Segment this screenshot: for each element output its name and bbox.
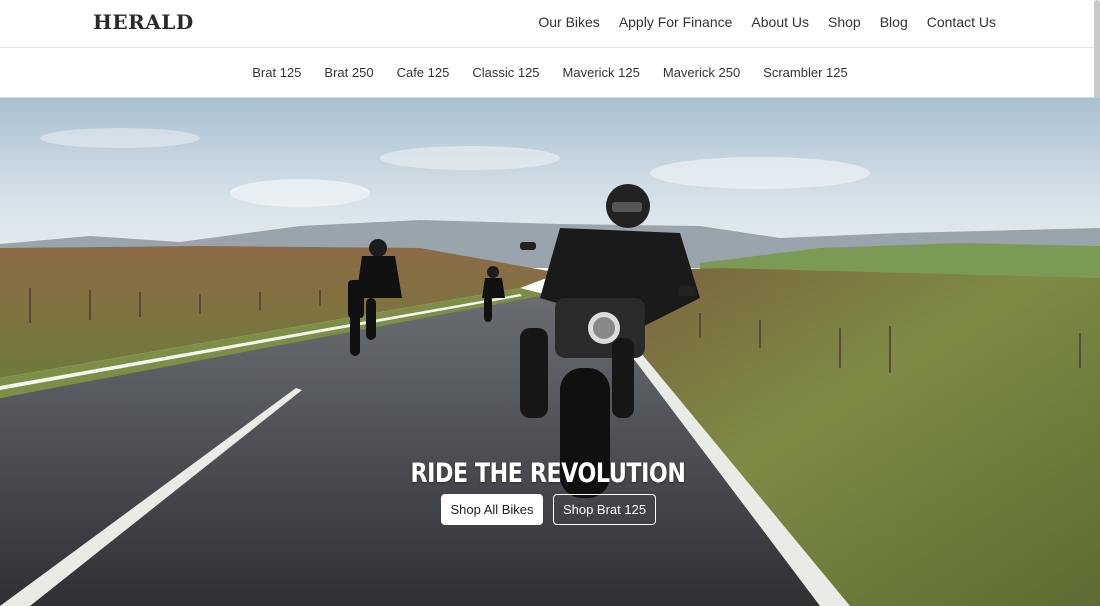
model-brat-125[interactable]: Brat 125: [252, 65, 301, 80]
site-header: HERALD Our Bikes Apply For Finance About…: [0, 0, 1100, 48]
main-nav: Our Bikes Apply For Finance About Us Sho…: [538, 14, 996, 30]
model-cafe-125[interactable]: Cafe 125: [397, 65, 450, 80]
nav-blog[interactable]: Blog: [880, 14, 908, 30]
shop-brat-125-button[interactable]: Shop Brat 125: [553, 494, 656, 525]
hero-title: RIDE THE REVOLUTION: [410, 458, 686, 490]
shop-all-bikes-button[interactable]: Shop All Bikes: [441, 494, 543, 525]
hero-banner: RIDE THE REVOLUTION Shop All Bikes Shop …: [0, 98, 1100, 606]
model-maverick-125[interactable]: Maverick 125: [563, 65, 640, 80]
nav-about-us[interactable]: About Us: [751, 14, 809, 30]
herald-logo[interactable]: HERALD: [93, 10, 194, 34]
nav-contact-us[interactable]: Contact Us: [927, 14, 996, 30]
nav-apply-for-finance[interactable]: Apply For Finance: [619, 14, 733, 30]
model-brat-250[interactable]: Brat 250: [324, 65, 373, 80]
bike-model-nav: Brat 125 Brat 250 Cafe 125 Classic 125 M…: [0, 48, 1100, 98]
nav-shop[interactable]: Shop: [828, 14, 861, 30]
model-scrambler-125[interactable]: Scrambler 125: [763, 65, 848, 80]
page-scrollbar[interactable]: [1094, 0, 1100, 110]
model-classic-125[interactable]: Classic 125: [472, 65, 539, 80]
hero-image: [0, 98, 1100, 606]
model-maverick-250[interactable]: Maverick 250: [663, 65, 740, 80]
nav-our-bikes[interactable]: Our Bikes: [538, 14, 599, 30]
